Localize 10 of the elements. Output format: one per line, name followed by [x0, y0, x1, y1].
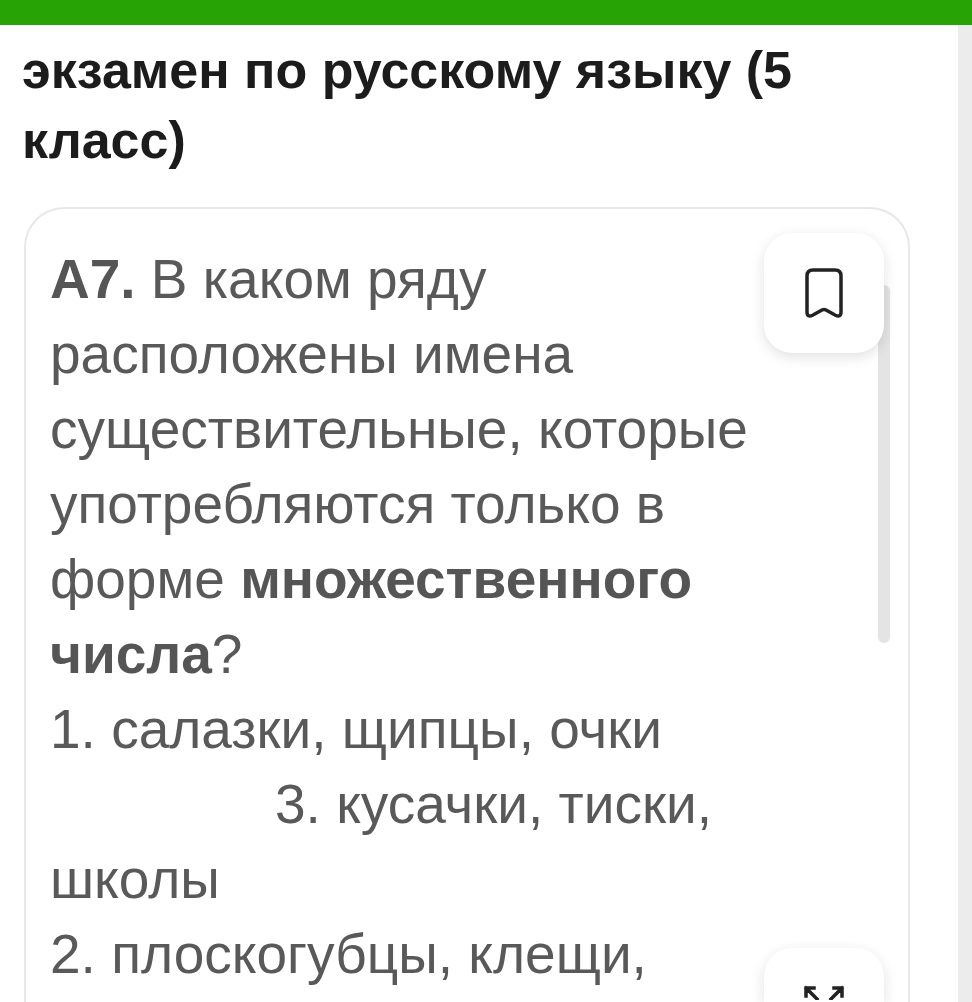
bookmark-icon [805, 268, 843, 318]
answer-option: 2. плоскогубцы, клещи, [50, 917, 762, 992]
bookmark-button[interactable] [764, 233, 884, 353]
scrollbar-thumb[interactable] [878, 285, 890, 643]
answer-option: 3. кусачки, тиски, школы [50, 767, 762, 917]
question-text: A7. В каком ряду расположены имена существительные, которые употребляются только в форме множественного числа? [50, 247, 749, 687]
expand-icon [803, 985, 845, 1000]
answer-option: 1. салазки, щипцы, очки [50, 692, 762, 767]
page-title: экзамен по русскому языку (5 класс) [22, 40, 794, 171]
expand-button[interactable] [764, 948, 884, 1002]
